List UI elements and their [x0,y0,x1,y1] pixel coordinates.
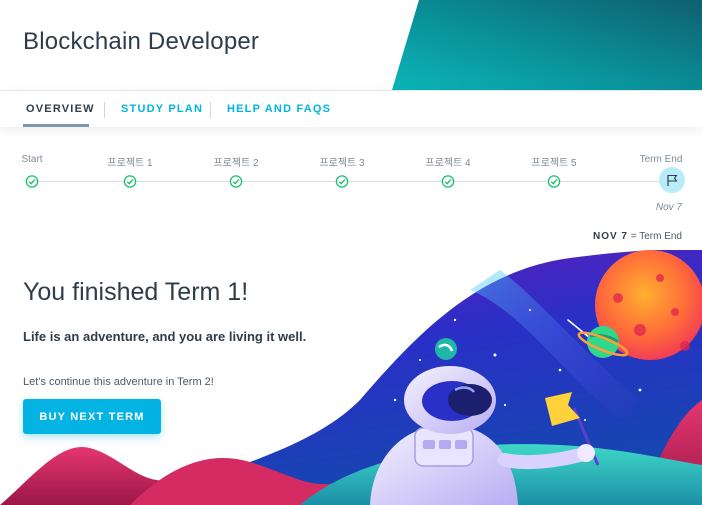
header: Blockchain Developer [0,0,702,90]
timeline-label-term-end: Term End [639,154,683,165]
timeline-label-project-4: 프로젝트 4 [425,158,471,169]
timeline-label-project-3: 프로젝트 3 [319,158,365,169]
check-circle-icon [335,175,349,188]
flag-icon [667,174,678,186]
completion-tagline: Life is an adventure, and you are living… [23,329,307,344]
timeline-label-project-2: 프로젝트 2 [213,158,259,169]
header-decoration [392,0,702,90]
legend-date: NOV 7 [592,231,628,242]
progress-timeline: Start 프로젝트 1 프로젝트 2 프로젝트 3 프로젝트 4 프로젝트 5… [0,150,702,220]
continue-text: Let's continue this adventure in Term 2! [23,376,214,388]
tab-bar: OVERVIEW STUDY PLAN HELP AND FAQS [0,90,702,127]
timeline-legend: NOV 7 = Term End [593,231,682,242]
term-end-date: Nov 7 [655,202,682,213]
timeline-label-start: Start [21,154,43,165]
term-end-marker [659,167,685,193]
check-circle-icon [229,175,243,188]
tab-help-and-faqs[interactable]: HELP AND FAQS [227,103,331,115]
legend-text: = Term End [630,231,682,242]
check-circle-icon [123,175,137,188]
tab-overview[interactable]: OVERVIEW [26,103,95,115]
timeline-label-project-5: 프로젝트 5 [531,158,577,169]
buy-next-term-button[interactable]: BUY NEXT TERM [23,399,161,434]
tab-divider [210,102,211,118]
tab-divider [104,102,105,118]
check-circle-icon [25,175,39,188]
tab-study-plan[interactable]: STUDY PLAN [121,103,203,115]
completion-heading: You finished Term 1! [23,278,249,306]
check-circle-icon [547,175,561,188]
page-title: Blockchain Developer [23,28,260,55]
timeline-label-project-1: 프로젝트 1 [107,158,153,169]
active-tab-indicator [23,124,89,127]
check-circle-icon [441,175,455,188]
